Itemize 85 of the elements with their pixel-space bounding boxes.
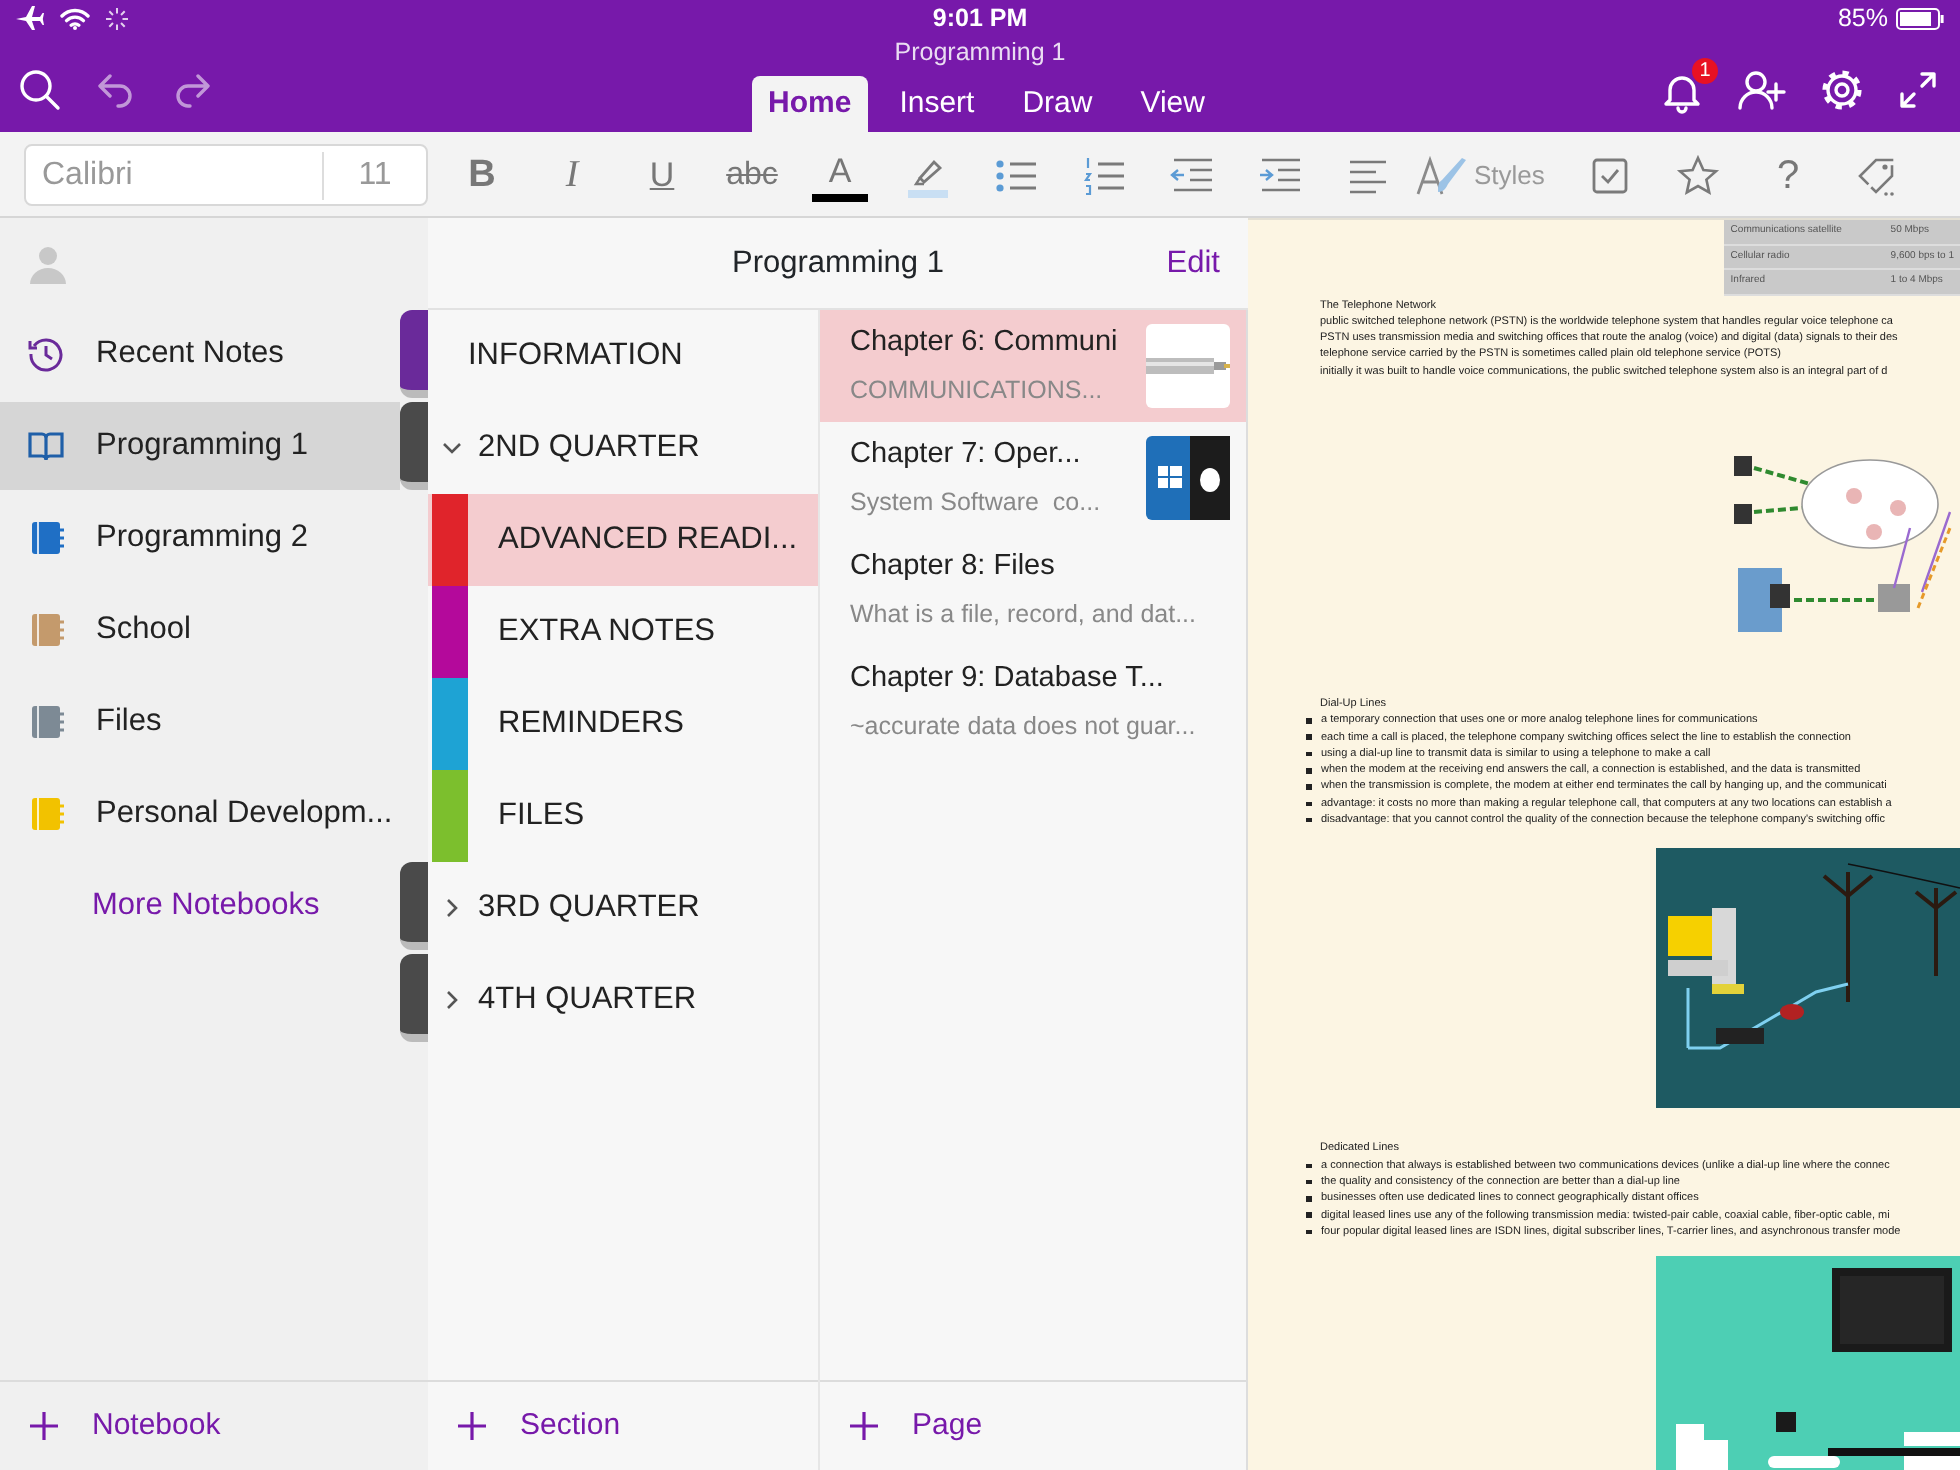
add-person-icon[interactable] — [1736, 68, 1788, 112]
underline-button[interactable]: U — [618, 144, 706, 206]
battery-percent: 85% — [1837, 1, 1888, 36]
loading-spinner-icon — [106, 7, 128, 29]
bullet-mark — [1306, 768, 1311, 774]
checkbox-icon[interactable] — [1588, 153, 1632, 197]
search-icon[interactable] — [18, 68, 62, 112]
font-color-button[interactable]: A — [812, 148, 868, 202]
section-tab[interactable]: ADVANCED READI... — [428, 494, 818, 586]
section-group[interactable]: 2ND QUARTER — [428, 402, 818, 494]
bullet-mark — [1306, 817, 1311, 823]
notebook-tab[interactable] — [400, 310, 428, 398]
bullet-mark — [1306, 718, 1311, 724]
page-preview: ~accurate data does not guar... — [850, 710, 1198, 744]
page-item[interactable]: Chapter 6: Communi COMMUNICATIONS... — [820, 310, 1246, 422]
clock-icon — [28, 336, 64, 372]
tag-icon[interactable] — [1854, 153, 1898, 197]
notebook-item[interactable]: School — [0, 586, 400, 674]
add-notebook-button[interactable]: Notebook — [0, 1401, 233, 1451]
notebook-tab[interactable] — [400, 402, 428, 490]
numbered-list-icon[interactable] — [1082, 153, 1126, 197]
strikethrough-button[interactable]: abc — [708, 144, 796, 206]
bullet-mark — [1306, 784, 1311, 790]
chevron-icon — [442, 438, 462, 458]
page-preview: COMMUNICATIONS... — [850, 374, 1105, 408]
section-group[interactable]: 4TH QUARTER — [428, 954, 818, 1046]
chevron-icon — [442, 898, 462, 918]
bullet-mark — [1306, 1179, 1311, 1185]
help-button[interactable]: ? — [1744, 144, 1832, 206]
bold-button[interactable]: B — [438, 144, 526, 206]
page-item[interactable]: Chapter 8: Files What is a file, record, and dat... — [820, 534, 1246, 646]
expand-icon[interactable] — [1896, 68, 1940, 112]
page-title: Chapter 6: Communi — [850, 324, 1120, 363]
notebook-item[interactable]: Programming 1 — [0, 402, 400, 490]
bullet-mark — [1306, 734, 1311, 740]
window-title: Programming 1 — [892, 36, 1068, 68]
section-tab[interactable]: EXTRA NOTES — [428, 586, 818, 678]
redo-icon[interactable] — [170, 68, 214, 112]
page-preview: System Software co... — [850, 486, 1103, 520]
section-tab[interactable]: FILES — [428, 770, 818, 862]
section-tab[interactable]: INFORMATION — [428, 310, 818, 402]
more-notebooks-link[interactable]: More Notebooks — [0, 862, 400, 950]
section-tab[interactable]: REMINDERS — [428, 678, 818, 770]
indent-icon[interactable] — [1258, 153, 1302, 197]
section-group[interactable]: 3RD QUARTER — [428, 862, 818, 954]
ribbon-tab[interactable]: Draw — [1006, 76, 1109, 132]
status-time: 9:01 PM — [932, 1, 1028, 36]
airplane-icon — [16, 6, 44, 30]
notebook-tab[interactable] — [400, 862, 428, 950]
italic-button[interactable]: I — [528, 144, 616, 206]
undo-icon[interactable] — [94, 68, 138, 112]
plus-icon — [28, 1410, 60, 1442]
bullet-mark — [1306, 751, 1311, 757]
plus-icon — [456, 1410, 488, 1442]
bullet-mark — [1306, 1229, 1311, 1235]
edit-button[interactable]: Edit — [1154, 237, 1232, 289]
star-icon[interactable] — [1676, 153, 1720, 197]
ribbon-tab[interactable]: Insert — [883, 76, 991, 132]
plus-icon — [848, 1410, 880, 1442]
page-item[interactable]: Chapter 9: Database T... ~accurate data does not guar... — [820, 646, 1246, 758]
bullet-mark — [1306, 1196, 1311, 1202]
notebook-item[interactable]: Personal Developm... — [0, 770, 400, 858]
add-section-button[interactable]: Section — [428, 1401, 633, 1451]
notification-badge: 1 — [1692, 58, 1718, 84]
notebook-tab[interactable] — [400, 954, 428, 1042]
page-title: Chapter 9: Database T... — [850, 660, 1166, 699]
page-title: Chapter 7: Oper... — [850, 436, 1083, 475]
notebook-item[interactable]: Files — [0, 678, 400, 766]
bullet-mark — [1306, 801, 1311, 807]
page-title: Chapter 8: Files — [850, 548, 1057, 587]
notebook-item[interactable]: Recent Notes — [0, 310, 400, 398]
notebook-item[interactable]: Programming 2 — [0, 494, 400, 582]
battery-icon — [1896, 7, 1944, 29]
settings-icon[interactable] — [1820, 68, 1864, 112]
outdent-icon[interactable] — [1170, 153, 1214, 197]
page-item[interactable]: Chapter 7: Oper... System Software co... — [820, 422, 1246, 534]
bullet-mark — [1306, 1212, 1311, 1218]
ribbon-tab[interactable]: Home — [752, 76, 868, 132]
section-header-title: Programming 1 — [732, 243, 944, 284]
bullet-mark — [1306, 1163, 1311, 1169]
chevron-icon — [442, 990, 462, 1010]
page-preview: What is a file, record, and dat... — [850, 598, 1198, 632]
ribbon-tab[interactable]: View — [1124, 76, 1221, 132]
wifi-icon — [60, 7, 90, 29]
add-page-button[interactable]: Page — [820, 1401, 995, 1451]
